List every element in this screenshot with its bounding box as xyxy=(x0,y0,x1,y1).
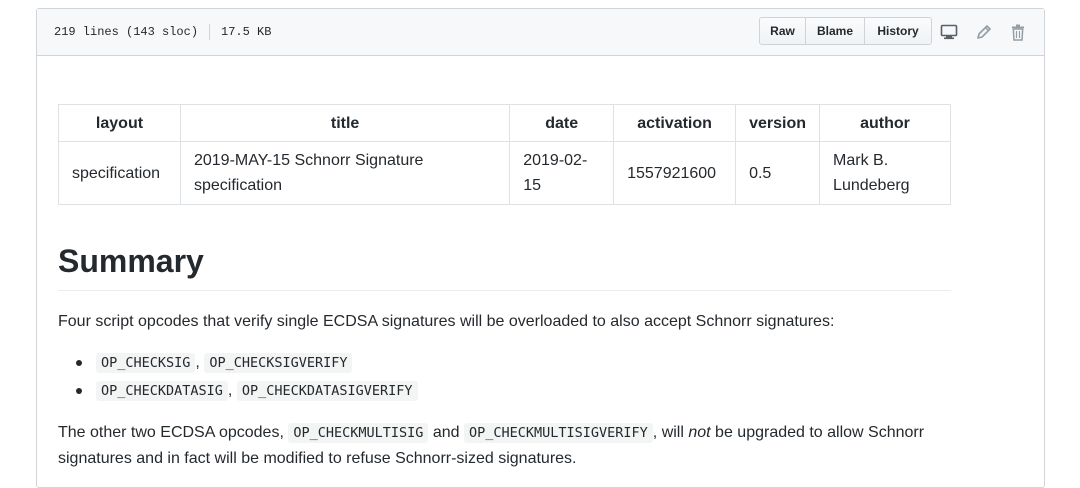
header-author: author xyxy=(819,104,951,142)
trash-icon[interactable] xyxy=(1008,22,1028,42)
pencil-icon[interactable] xyxy=(974,22,994,42)
header-activation: activation xyxy=(613,104,737,142)
table-row: specification 2019-MAY-15 Schnorr Signat… xyxy=(58,141,951,205)
opcode-list: OP_CHECKSIG, OP_CHECKSIGVERIFY OP_CHECKD… xyxy=(58,349,418,405)
text-run: The other two ECDSA opcodes, xyxy=(58,424,289,441)
front-matter-table: layout title date activation version aut… xyxy=(58,104,951,205)
blame-button[interactable]: Blame xyxy=(806,18,865,44)
heading-divider xyxy=(58,290,951,291)
table-header-row: layout title date activation version aut… xyxy=(58,104,951,142)
opcode-code: OP_CHECKSIG xyxy=(96,353,196,373)
opcode-code: OP_CHECKSIGVERIFY xyxy=(204,353,353,373)
opcode-code: OP_CHECKDATASIGVERIFY xyxy=(236,381,418,401)
cell-activation: 1557921600 xyxy=(613,141,737,205)
opcode-code: OP_CHECKMULTISIGVERIFY xyxy=(463,423,653,443)
raw-button[interactable]: Raw xyxy=(760,18,806,44)
front-matter: layout title date activation version aut… xyxy=(58,104,951,205)
list-separator: , xyxy=(227,382,233,399)
text-run: , will xyxy=(652,424,689,441)
line-count: 219 lines (143 sloc) xyxy=(54,25,199,39)
file-size: 17.5 KB xyxy=(221,25,272,39)
file-info-divider xyxy=(209,24,211,40)
cell-author: Mark B. Lundeberg xyxy=(819,141,951,205)
cell-title: 2019-MAY-15 Schnorr Signature specificat… xyxy=(179,141,511,205)
text-run: and xyxy=(428,424,464,441)
header-layout: layout xyxy=(58,104,181,142)
opcode-code: OP_CHECKMULTISIG xyxy=(288,423,429,443)
history-button[interactable]: History xyxy=(865,18,931,44)
multisig-paragraph: The other two ECDSA opcodes, OP_CHECKMUL… xyxy=(58,420,951,471)
emphasis-text: not xyxy=(688,424,711,441)
header-date: date xyxy=(509,104,615,142)
section-heading: Summary xyxy=(58,243,204,279)
cell-version: 0.5 xyxy=(735,141,821,205)
cell-date: 2019-02-15 xyxy=(509,141,615,205)
desktop-icon[interactable] xyxy=(939,22,959,42)
list-item: OP_CHECKSIG, OP_CHECKSIGVERIFY xyxy=(58,349,418,377)
opcode-code: OP_CHECKDATASIG xyxy=(96,381,228,401)
file-header: 219 lines (143 sloc) 17.5 KB Raw Blame H… xyxy=(37,9,1044,56)
header-version: version xyxy=(735,104,821,142)
intro-paragraph: Four script opcodes that verify single E… xyxy=(58,313,835,330)
header-title: title xyxy=(179,104,511,142)
list-separator: , xyxy=(195,354,200,371)
file-info: 219 lines (143 sloc) 17.5 KB xyxy=(54,24,271,40)
file-action-buttons: Raw Blame History xyxy=(759,17,932,45)
cell-layout: specification xyxy=(58,141,181,205)
list-item: OP_CHECKDATASIG, OP_CHECKDATASIGVERIFY xyxy=(58,377,418,405)
